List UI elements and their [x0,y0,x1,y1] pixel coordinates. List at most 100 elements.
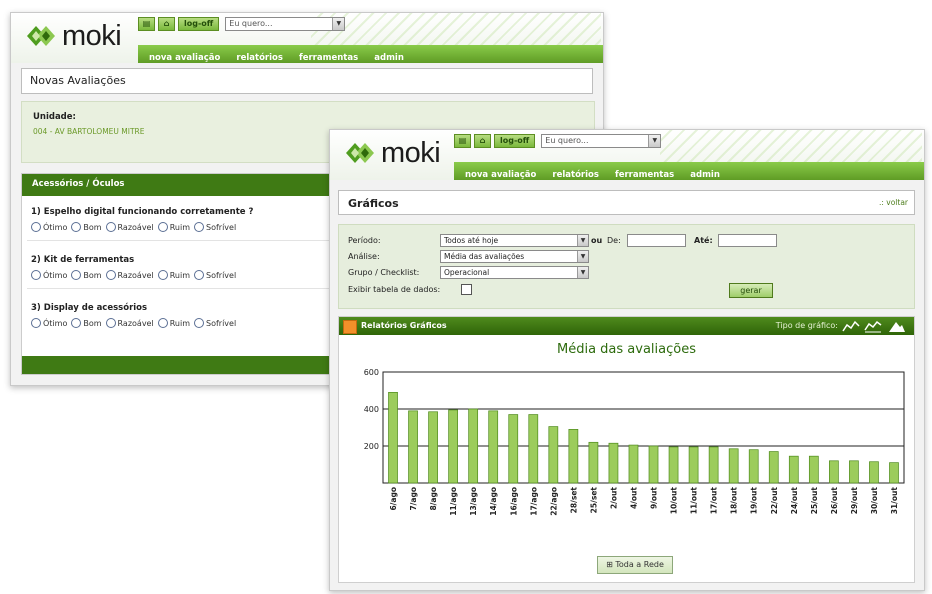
option-razoavel[interactable]: Razoável [105,318,154,328]
x-tick-label: 25/set [589,487,598,514]
x-tick-label: 7/ago [409,487,418,511]
x-tick-label: 2/out [609,487,618,509]
question-3: 3) Display de acessórios [31,303,148,313]
gerar-button[interactable]: gerar [729,283,773,298]
radio-button[interactable] [71,318,82,328]
option-label: Bom [83,270,102,280]
x-tick-label: 29/out [850,487,859,515]
x-tick-label: 18/out [730,487,739,515]
x-tick-label: 6/ago [389,487,398,511]
radio-button[interactable] [194,318,204,328]
plot-frame [382,371,905,484]
bar [468,408,479,484]
radio-button[interactable] [157,318,168,328]
filter-panel: Período: Todos até hoje ▼ ou De: Até: An… [338,224,915,309]
logoff-button[interactable]: log-off [178,17,220,31]
nav-relatorios[interactable]: relatórios [552,166,599,184]
exibir-checkbox[interactable] [461,284,472,295]
option-sofrivel[interactable]: Sofrível [194,222,236,232]
option-otimo[interactable]: Ótimo [31,270,67,280]
radio-button[interactable] [194,222,204,232]
option-bom[interactable]: Bom [71,222,102,232]
nav-admin[interactable]: admin [690,166,720,184]
radio-button[interactable] [31,222,41,232]
nav-admin[interactable]: admin [374,49,404,67]
x-tick-label: 26/out [830,487,839,515]
radio-button[interactable] [157,270,168,280]
option-sofrivel[interactable]: Sofrível [194,318,236,328]
option-label: Sofrível [206,318,237,328]
bar [408,410,418,484]
main-nav: nova avaliação relatórios ferramentas ad… [454,162,924,180]
radio-button[interactable] [194,270,204,280]
toolbar: ▤ ⌂ log-off Eu quero... ▼ [138,17,346,31]
chevron-down-icon: ▼ [577,235,588,246]
nav-ferramentas[interactable]: ferramentas [615,166,674,184]
toda-rede-button[interactable]: ⊞ Toda a Rede [597,556,673,574]
radio-button[interactable] [31,270,41,280]
home-icon: ⌂ [163,19,170,28]
x-tick-label: 31/out [890,487,899,515]
x-tick-label: 22/out [770,487,779,515]
bar [648,445,659,484]
radio-button[interactable] [105,318,116,328]
bar [869,461,879,484]
option-otimo[interactable]: Ótimo [31,222,67,232]
nav-nova-avaliacao[interactable]: nova avaliação [465,166,536,184]
radio-button[interactable] [71,270,82,280]
nav-relatorios[interactable]: relatórios [236,49,283,67]
de-input[interactable] [627,234,686,247]
unit-value: 004 - AV BARTOLOMEU MITRE [33,127,145,136]
radio-button[interactable] [105,222,116,232]
option-otimo[interactable]: Ótimo [31,318,67,328]
analise-value: Média das avaliações [444,252,525,261]
option-label: Ótimo [43,270,68,280]
x-tick-label: 4/out [629,487,638,509]
chevron-down-icon: ▼ [332,18,345,30]
radio-button[interactable] [71,222,82,232]
moki-logo-icon [27,26,55,46]
logoff-button[interactable]: log-off [494,134,536,148]
exibir-label: Exibir tabela de dados: [348,285,441,294]
bar [488,410,499,484]
radio-button[interactable] [157,222,168,232]
list-button[interactable]: ▤ [454,134,471,148]
option-ruim[interactable]: Ruim [157,270,190,280]
ate-input[interactable] [718,234,777,247]
x-tick-label: 30/out [870,487,879,515]
eu-quero-select[interactable]: Eu quero... ▼ [225,17,346,31]
grupo-select[interactable]: Operacional ▼ [440,266,589,279]
option-ruim[interactable]: Ruim [157,222,190,232]
bar [388,391,398,484]
back-link[interactable]: .: voltar [879,198,908,207]
x-tick-label: 28/set [569,487,578,514]
bar [568,428,579,484]
option-ruim[interactable]: Ruim [157,318,190,328]
home-button[interactable]: ⌂ [474,134,491,148]
ate-label: Até: [694,236,713,245]
option-sofrivel[interactable]: Sofrível [194,270,236,280]
option-razoavel[interactable]: Razoável [105,270,154,280]
radio-button[interactable] [105,270,116,280]
app-header: moki ▤ ⌂ log-off Eu quero... ▼ nova aval… [330,130,924,180]
x-tick-label: 17/out [710,487,719,515]
eu-quero-select[interactable]: Eu quero... ▼ [541,134,662,148]
logo-text: moki [62,20,122,52]
chevron-down-icon: ▼ [648,135,661,147]
list-button[interactable]: ▤ [138,17,155,31]
option-bom[interactable]: Bom [71,270,102,280]
option-razoavel[interactable]: Razoável [105,222,154,232]
moki-logo[interactable]: moki [25,20,122,52]
radio-button[interactable] [31,318,41,328]
option-bom[interactable]: Bom [71,318,102,328]
analise-select[interactable]: Média das avaliações ▼ [440,250,589,263]
page-title-bar: Gráficos .: voltar [338,190,915,215]
nav-nova-avaliacao[interactable]: nova avaliação [149,49,220,67]
moki-logo[interactable]: moki [344,138,441,168]
nav-ferramentas[interactable]: ferramentas [299,49,358,67]
periodo-select[interactable]: Todos até hoje ▼ [440,234,589,247]
home-button[interactable]: ⌂ [158,17,175,31]
list-icon: ▤ [458,136,467,145]
chevron-down-icon: ▼ [577,251,588,262]
x-tick-label: 24/out [790,487,799,515]
